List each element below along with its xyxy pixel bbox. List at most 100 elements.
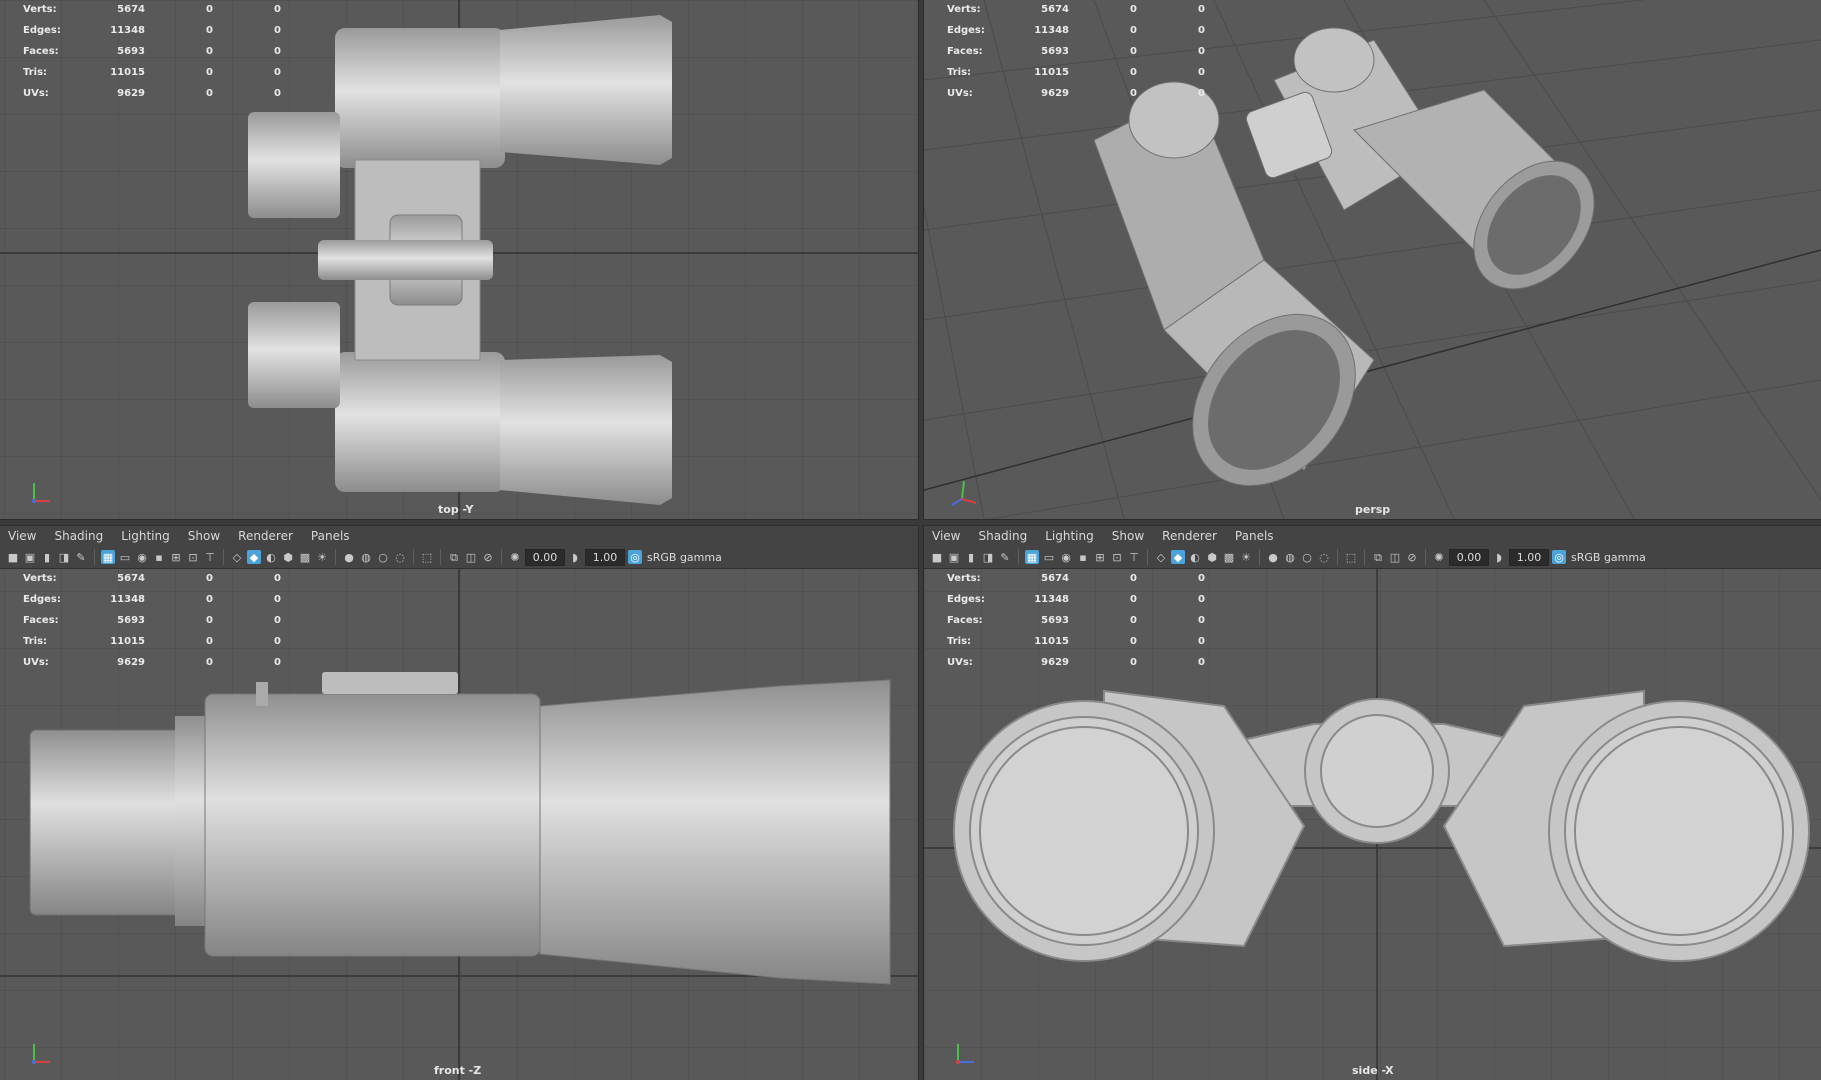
gamma-field[interactable]: 1.00: [1509, 548, 1549, 566]
colorspace-icon[interactable]: ◎: [628, 550, 642, 564]
menu-lighting[interactable]: Lighting: [112, 529, 179, 543]
menu-shading[interactable]: Shading: [45, 529, 112, 543]
anti-alias-icon[interactable]: ◌: [393, 550, 407, 564]
ambient-occlusion-icon[interactable]: ◍: [359, 550, 373, 564]
grid-icon[interactable]: ▦: [1025, 550, 1039, 564]
safe-title-icon[interactable]: ⊤: [1127, 550, 1141, 564]
gamma-icon[interactable]: ◗: [568, 550, 582, 564]
colorspace-label[interactable]: sRGB gamma: [647, 551, 722, 564]
textured-icon[interactable]: ⬢: [1205, 550, 1219, 564]
axis-gizmo-icon: [32, 1044, 50, 1064]
isolate-icon[interactable]: ⬚: [1344, 550, 1358, 564]
checker-icon[interactable]: ▩: [298, 550, 312, 564]
exposure-icon[interactable]: ✺: [1432, 550, 1446, 564]
panel-toolbar: ■ ▣ ▮ ◨ ✎ ▦ ▭ ◉ ▪ ⊞ ⊡ ⊤ ◇ ◆ ◐ ⬢ ▩ ☀ ● ◍ …: [0, 546, 918, 569]
maya-four-view-layout: Verts: 5674 0 0 Edges: 11348 0 0 Faces: 5693 0 0 …: [0, 0, 1821, 1080]
separator: [335, 549, 336, 565]
film-gate-icon[interactable]: ▭: [1042, 550, 1056, 564]
panel-menubar: View Shading Lighting Show Renderer Pane…: [924, 526, 1821, 546]
image-plane-icon[interactable]: ◨: [57, 550, 71, 564]
bookmark-icon[interactable]: ▮: [40, 550, 54, 564]
wireframe-icon[interactable]: ◇: [230, 550, 244, 564]
gate-mask-icon[interactable]: ▪: [152, 550, 166, 564]
resolution-gate-icon[interactable]: ◉: [1059, 550, 1073, 564]
image-plane-icon[interactable]: ◨: [981, 550, 995, 564]
smooth-shade-icon[interactable]: ◆: [1171, 550, 1185, 564]
resolution-gate-icon[interactable]: ◉: [135, 550, 149, 564]
menu-lighting[interactable]: Lighting: [1036, 529, 1103, 543]
safe-title-icon[interactable]: ⊤: [203, 550, 217, 564]
smooth-shade-icon[interactable]: ◆: [247, 550, 261, 564]
poly-count-hud: Verts: 5674 0 0 Edges: 11348 0 0 Faces: 5693 0 0 …: [23, 4, 281, 99]
xray-icon[interactable]: ⧉: [447, 550, 461, 564]
poly-count-hud: Verts: 5674 0 0 Edges: 11348 0 0 Faces: 5693 0 0 …: [23, 573, 281, 668]
xray-icon[interactable]: ⧉: [1371, 550, 1385, 564]
menu-view[interactable]: View: [924, 529, 969, 543]
light-icon[interactable]: ☀: [1239, 550, 1253, 564]
backface-icon[interactable]: ⊘: [1405, 550, 1419, 564]
bookmark-icon[interactable]: ▮: [964, 550, 978, 564]
anti-alias-icon[interactable]: ◌: [1317, 550, 1331, 564]
shadows-icon[interactable]: ●: [1266, 550, 1280, 564]
pan-zoom-icon[interactable]: ✎: [998, 550, 1012, 564]
viewport-persp[interactable]: Verts: 5674 0 0 Edges: 11348 0 0 Faces: 5693 0 0 …: [923, 0, 1821, 520]
light-icon[interactable]: ☀: [315, 550, 329, 564]
separator: [1364, 549, 1365, 565]
camera-icon[interactable]: ■: [930, 550, 944, 564]
viewport-top[interactable]: Verts: 5674 0 0 Edges: 11348 0 0 Faces: 5693 0 0 …: [0, 0, 919, 520]
separator: [1018, 549, 1019, 565]
grid-icon[interactable]: ▦: [101, 550, 115, 564]
wireframe-on-shaded-icon[interactable]: ◐: [264, 550, 278, 564]
menu-panels[interactable]: Panels: [302, 529, 359, 543]
exposure-field[interactable]: 0.00: [1449, 548, 1489, 566]
gamma-field[interactable]: 1.00: [585, 548, 625, 566]
safe-action-icon[interactable]: ⊡: [1110, 550, 1124, 564]
gamma-icon[interactable]: ◗: [1492, 550, 1506, 564]
menu-show[interactable]: Show: [1103, 529, 1153, 543]
poly-count-hud: Verts: 5674 0 0 Edges: 11348 0 0 Faces: 5693 0 0 …: [947, 573, 1205, 668]
colorspace-label[interactable]: sRGB gamma: [1571, 551, 1646, 564]
xray-joints-icon[interactable]: ◫: [1388, 550, 1402, 564]
checker-icon[interactable]: ▩: [1222, 550, 1236, 564]
menu-renderer[interactable]: Renderer: [1153, 529, 1226, 543]
field-chart-icon[interactable]: ⊞: [1093, 550, 1107, 564]
gate-mask-icon[interactable]: ▪: [1076, 550, 1090, 564]
viewport-label: top -Y: [438, 503, 474, 516]
safe-action-icon[interactable]: ⊡: [186, 550, 200, 564]
field-chart-icon[interactable]: ⊞: [169, 550, 183, 564]
viewport-front[interactable]: View Shading Lighting Show Renderer Pane…: [0, 525, 919, 1080]
menu-show[interactable]: Show: [179, 529, 229, 543]
axis-gizmo-icon: [32, 483, 50, 503]
wireframe-icon[interactable]: ◇: [1154, 550, 1168, 564]
viewport-label: front -Z: [434, 1064, 482, 1077]
menu-shading[interactable]: Shading: [969, 529, 1036, 543]
backface-icon[interactable]: ⊘: [481, 550, 495, 564]
pan-zoom-icon[interactable]: ✎: [74, 550, 88, 564]
textured-icon[interactable]: ⬢: [281, 550, 295, 564]
separator: [1425, 549, 1426, 565]
separator: [413, 549, 414, 565]
camera-attributes-icon[interactable]: ▣: [23, 550, 37, 564]
menu-view[interactable]: View: [0, 529, 45, 543]
camera-icon[interactable]: ■: [6, 550, 20, 564]
axis-gizmo-icon: [951, 480, 977, 506]
ambient-occlusion-icon[interactable]: ◍: [1283, 550, 1297, 564]
menu-panels[interactable]: Panels: [1226, 529, 1283, 543]
shadows-icon[interactable]: ●: [342, 550, 356, 564]
exposure-field[interactable]: 0.00: [525, 548, 565, 566]
exposure-icon[interactable]: ✺: [508, 550, 522, 564]
xray-joints-icon[interactable]: ◫: [464, 550, 478, 564]
motion-blur-icon[interactable]: ○: [376, 550, 390, 564]
motion-blur-icon[interactable]: ○: [1300, 550, 1314, 564]
separator: [1337, 549, 1338, 565]
isolate-icon[interactable]: ⬚: [420, 550, 434, 564]
film-gate-icon[interactable]: ▭: [118, 550, 132, 564]
separator: [94, 549, 95, 565]
viewport-label: persp: [1355, 503, 1391, 516]
panel-toolbar: ■ ▣ ▮ ◨ ✎ ▦ ▭ ◉ ▪ ⊞ ⊡ ⊤ ◇ ◆ ◐ ⬢ ▩ ☀ ● ◍ …: [924, 546, 1821, 569]
colorspace-icon[interactable]: ◎: [1552, 550, 1566, 564]
wireframe-on-shaded-icon[interactable]: ◐: [1188, 550, 1202, 564]
viewport-side[interactable]: View Shading Lighting Show Renderer Pane…: [923, 525, 1821, 1080]
menu-renderer[interactable]: Renderer: [229, 529, 302, 543]
camera-attributes-icon[interactable]: ▣: [947, 550, 961, 564]
